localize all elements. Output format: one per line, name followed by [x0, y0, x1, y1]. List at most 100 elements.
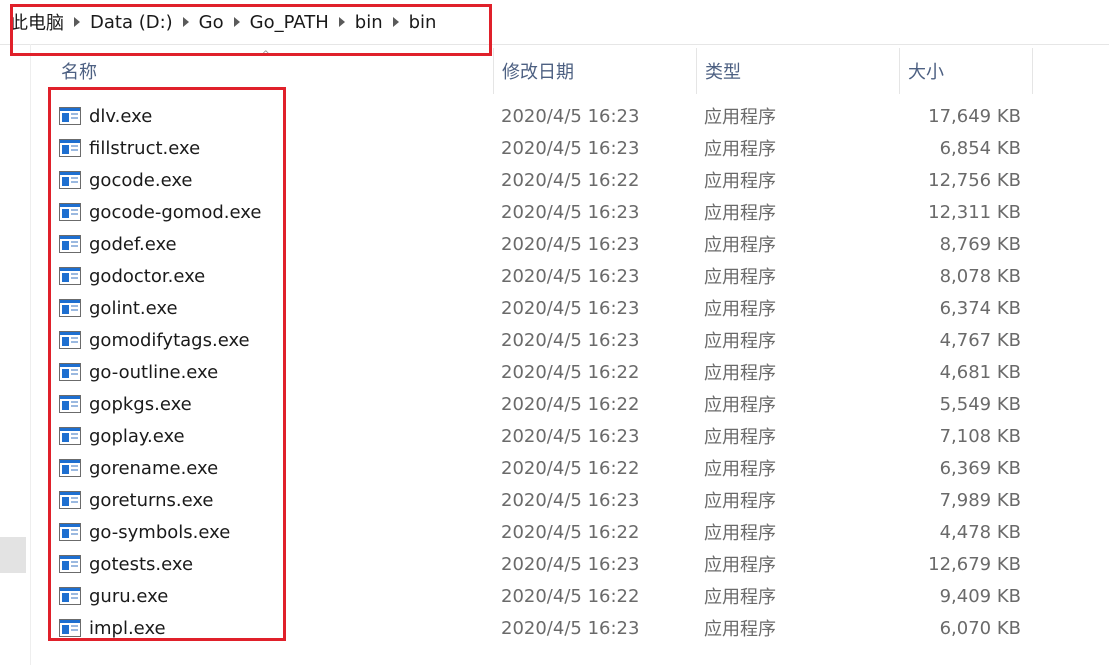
file-name-cell[interactable]: guru.exe [59, 580, 479, 612]
file-type: 应用程序 [704, 395, 776, 416]
chevron-right-icon[interactable] [226, 17, 248, 27]
file-row[interactable]: dlv.exe 2020/4/5 16:23 应用程序 17,649 KB [31, 100, 1109, 132]
file-name-cell[interactable]: goplay.exe [59, 420, 479, 452]
file-row[interactable]: goreturns.exe 2020/4/5 16:23 应用程序 7,989 KB [31, 484, 1109, 516]
file-row[interactable]: gopkgs.exe 2020/4/5 16:22 应用程序 5,549 KB [31, 388, 1109, 420]
column-header-date[interactable]: 修改日期 [493, 48, 696, 94]
file-name-cell[interactable]: gomodifytags.exe [59, 324, 479, 356]
chevron-right-icon[interactable] [66, 17, 88, 27]
file-row[interactable]: fillstruct.exe 2020/4/5 16:23 应用程序 6,854 KB [31, 132, 1109, 164]
column-header-type[interactable]: 类型 [696, 48, 899, 94]
file-name-cell[interactable]: gorename.exe [59, 452, 479, 484]
breadcrumb-data-drive[interactable]: Data (D:) [88, 12, 175, 33]
file-name: gorename.exe [89, 457, 219, 479]
address-bar[interactable]: 此电脑 Data (D:) Go Go_PATH bin bin [0, 0, 1109, 45]
file-name-cell[interactable]: gotests.exe [59, 548, 479, 580]
file-name-cell[interactable]: gocode-gomod.exe [59, 196, 479, 228]
file-row[interactable]: gorename.exe 2020/4/5 16:22 应用程序 6,369 KB [31, 452, 1109, 484]
file-name-cell[interactable]: gopkgs.exe [59, 388, 479, 420]
file-type: 应用程序 [704, 523, 776, 544]
file-type: 应用程序 [704, 203, 776, 224]
file-type: 应用程序 [704, 587, 776, 608]
file-name-cell[interactable]: golint.exe [59, 292, 479, 324]
column-header-name[interactable]: 名称 [53, 48, 493, 94]
file-size: 7,108 KB [939, 425, 1021, 447]
file-name-cell[interactable]: go-symbols.exe [59, 516, 479, 548]
file-modified-date: 2020/4/5 16:22 [501, 169, 640, 191]
chevron-right-icon[interactable] [331, 17, 353, 27]
file-row[interactable]: godoctor.exe 2020/4/5 16:23 应用程序 8,078 KB [31, 260, 1109, 292]
file-modified-date: 2020/4/5 16:22 [501, 585, 640, 607]
file-name-cell[interactable]: go-outline.exe [59, 356, 479, 388]
file-row[interactable]: gomodifytags.exe 2020/4/5 16:23 应用程序 4,767 … [31, 324, 1109, 356]
application-exe-icon [59, 587, 81, 605]
file-size: 12,311 KB [928, 201, 1021, 223]
file-size: 4,767 KB [939, 329, 1021, 351]
file-type: 应用程序 [704, 235, 776, 256]
column-header-row: 名称 修改日期 类型 大小 [31, 48, 1109, 94]
application-exe-icon [59, 363, 81, 381]
file-row[interactable]: go-symbols.exe 2020/4/5 16:22 应用程序 4,478 KB [31, 516, 1109, 548]
file-name: godef.exe [89, 233, 177, 255]
file-size: 12,756 KB [928, 169, 1021, 191]
file-row[interactable]: golint.exe 2020/4/5 16:23 应用程序 6,374 KB [31, 292, 1109, 324]
file-modified-date: 2020/4/5 16:23 [501, 425, 640, 447]
file-modified-date: 2020/4/5 16:23 [501, 265, 640, 287]
chevron-right-icon[interactable] [385, 17, 407, 27]
navigation-pane [0, 44, 31, 665]
breadcrumb-this-pc[interactable]: 此电脑 [8, 9, 66, 35]
file-row[interactable]: goplay.exe 2020/4/5 16:23 应用程序 7,108 KB [31, 420, 1109, 452]
file-name-cell[interactable]: goreturns.exe [59, 484, 479, 516]
application-exe-icon [59, 139, 81, 157]
file-row[interactable]: guru.exe 2020/4/5 16:22 应用程序 9,409 KB [31, 580, 1109, 612]
file-name-cell[interactable]: dlv.exe [59, 100, 479, 132]
file-size: 5,549 KB [939, 393, 1021, 415]
column-header-date-label: 修改日期 [502, 62, 574, 83]
file-size: 6,369 KB [939, 457, 1021, 479]
file-size: 9,409 KB [939, 585, 1021, 607]
column-header-size[interactable]: 大小 [899, 48, 1033, 94]
breadcrumb-go-path[interactable]: Go_PATH [248, 12, 331, 33]
file-row[interactable]: impl.exe 2020/4/5 16:23 应用程序 6,070 KB [31, 612, 1109, 644]
file-name: go-outline.exe [89, 361, 219, 383]
file-size: 4,478 KB [939, 521, 1021, 543]
breadcrumb-bin[interactable]: bin [353, 12, 385, 33]
file-modified-date: 2020/4/5 16:23 [501, 297, 640, 319]
file-name: dlv.exe [89, 105, 153, 127]
file-size: 6,854 KB [939, 137, 1021, 159]
file-size: 4,681 KB [939, 361, 1021, 383]
column-header-type-label: 类型 [705, 62, 741, 83]
file-name-cell[interactable]: fillstruct.exe [59, 132, 479, 164]
breadcrumb-bin-current[interactable]: bin [407, 12, 439, 33]
file-row[interactable]: go-outline.exe 2020/4/5 16:22 应用程序 4,681 KB [31, 356, 1109, 388]
file-type: 应用程序 [704, 107, 776, 128]
application-exe-icon [59, 619, 81, 637]
file-name: godoctor.exe [89, 265, 206, 287]
file-size: 17,649 KB [928, 105, 1021, 127]
file-name-cell[interactable]: gocode.exe [59, 164, 479, 196]
application-exe-icon [59, 107, 81, 125]
application-exe-icon [59, 427, 81, 445]
application-exe-icon [59, 395, 81, 413]
application-exe-icon [59, 299, 81, 317]
breadcrumb-go[interactable]: Go [197, 12, 226, 33]
file-row[interactable]: gocode.exe 2020/4/5 16:22 应用程序 12,756 KB [31, 164, 1109, 196]
file-name: goreturns.exe [89, 489, 214, 511]
file-name-cell[interactable]: godef.exe [59, 228, 479, 260]
navigation-scrollbar[interactable] [0, 537, 26, 573]
file-name: impl.exe [89, 617, 166, 639]
file-modified-date: 2020/4/5 16:23 [501, 553, 640, 575]
file-modified-date: 2020/4/5 16:22 [501, 361, 640, 383]
file-row[interactable]: gocode-gomod.exe 2020/4/5 16:23 应用程序 12,311… [31, 196, 1109, 228]
column-header-size-label: 大小 [908, 62, 944, 83]
file-type: 应用程序 [704, 363, 776, 384]
file-row[interactable]: godef.exe 2020/4/5 16:23 应用程序 8,769 KB [31, 228, 1109, 260]
file-name-cell[interactable]: godoctor.exe [59, 260, 479, 292]
file-row[interactable]: gotests.exe 2020/4/5 16:23 应用程序 12,679 KB [31, 548, 1109, 580]
file-name: gotests.exe [89, 553, 194, 575]
chevron-right-icon[interactable] [175, 17, 197, 27]
file-name: goplay.exe [89, 425, 185, 447]
application-exe-icon [59, 491, 81, 509]
application-exe-icon [59, 459, 81, 477]
file-name-cell[interactable]: impl.exe [59, 612, 479, 644]
